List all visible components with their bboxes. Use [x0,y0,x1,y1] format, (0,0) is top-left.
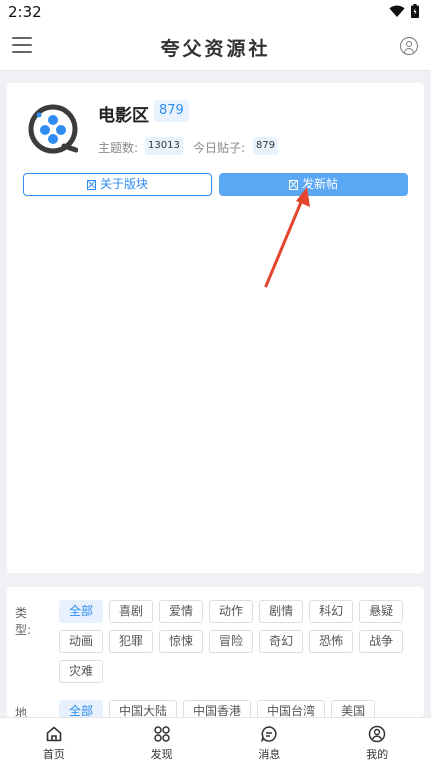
status-icons [389,4,419,18]
message-icon [261,726,277,742]
battery-icon [411,4,419,18]
type-chip[interactable]: 爱情 [159,600,204,623]
type-chip[interactable]: 剧情 [259,600,304,623]
placeholder-icon [86,179,96,190]
tab-discover[interactable]: 发现 [108,718,216,768]
profile-icon [368,725,386,743]
type-chip[interactable]: 科幻 [309,600,354,623]
home-icon [46,726,62,742]
region-filter-label: 地区: [15,706,28,717]
placeholder-icon [288,179,298,190]
tab-mine-label: 我的 [366,748,389,761]
tab-messages-label: 消息 [258,748,281,761]
type-chip[interactable]: 动作 [209,600,254,623]
tab-home-label: 首页 [42,748,65,761]
tab-mine[interactable]: 我的 [323,718,431,768]
type-chip[interactable]: 犯罪 [109,630,154,653]
film-reel-icon [28,104,78,154]
board-count-badge: 879 [154,100,189,122]
about-board-label: 关于版块 [99,177,148,191]
type-chip[interactable]: 喜剧 [109,600,154,623]
filter-card: 类型: 全部 喜剧 爱情 动作 剧情 科幻 悬疑 动画 犯罪 惊悚 冒险 奇幻 … [7,587,424,717]
type-chip[interactable]: 动画 [59,630,104,653]
topics-count-badge: 13013 [145,137,183,155]
region-chip[interactable]: 中国香港 [183,700,252,717]
wifi-icon [389,5,405,17]
today-posts-badge: 879 [253,137,279,155]
today-posts-label: 今日贴子: [193,141,246,155]
type-chip[interactable]: 恐怖 [309,630,354,653]
about-board-button[interactable]: 关于版块 [23,173,212,196]
region-chip[interactable]: 全部 [59,700,104,717]
tab-discover-label: 发现 [150,748,173,761]
type-chip[interactable]: 奇幻 [259,630,304,653]
tab-home[interactable]: 首页 [0,718,108,768]
status-bar: 2:32 [0,0,431,23]
tab-messages[interactable]: 消息 [216,718,324,768]
type-filter-chips: 全部 喜剧 爱情 动作 剧情 科幻 悬疑 动画 犯罪 惊悚 冒险 奇幻 恐怖 战… [59,600,419,683]
type-chip[interactable]: 惊悚 [159,630,204,653]
status-time: 2:32 [8,3,42,21]
type-chip[interactable]: 冒险 [209,630,254,653]
type-chip[interactable]: 灾难 [59,660,104,683]
app-bar: 夸父资源社 [0,23,431,71]
profile-icon[interactable] [400,37,418,55]
region-chip[interactable]: 中国台湾 [257,700,326,717]
new-post-button[interactable]: 发新帖 [219,173,408,196]
type-filter-label: 类型: [15,606,32,637]
region-filter-chips: 全部 中国大陆 中国香港 中国台湾 美国 韩国 [59,700,419,717]
board-card: 电影区 879 主题数: 13013 今日贴子: 879 关于版块 发新帖 [7,83,424,573]
new-post-label: 发新帖 [301,177,338,191]
region-chip[interactable]: 中国大陆 [109,700,178,717]
app-title: 夸父资源社 [160,38,271,60]
topics-label: 主题数: [98,141,139,155]
type-chip[interactable]: 悬疑 [359,600,404,623]
grid-icon [153,726,170,742]
type-chip[interactable]: 全部 [59,600,104,623]
type-chip[interactable]: 战争 [359,630,404,653]
board-name: 电影区 [98,106,149,126]
region-chip[interactable]: 美国 [331,700,376,717]
bottom-tab-bar: 首页 发现 消息 我的 [0,717,431,768]
